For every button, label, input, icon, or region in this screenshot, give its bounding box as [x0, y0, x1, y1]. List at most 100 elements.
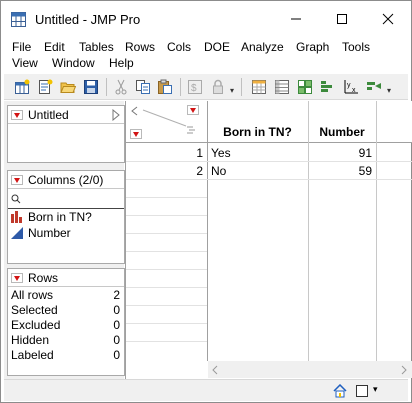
columns-red-triangle-icon[interactable]	[187, 105, 199, 115]
lock-button[interactable]	[208, 77, 228, 97]
table-name[interactable]: Untitled	[28, 108, 69, 122]
column-header-number[interactable]: Number	[308, 125, 376, 139]
column-divider	[376, 101, 377, 143]
menu-tables[interactable]: Tables	[79, 40, 114, 54]
scroll-left-icon[interactable]	[211, 365, 219, 375]
cell-born-in-tn[interactable]: Yes	[211, 146, 231, 160]
rows-panel-title: Rows	[28, 271, 59, 285]
save-button[interactable]	[81, 77, 101, 97]
red-triangle-icon[interactable]	[11, 273, 23, 283]
row-number[interactable]: 1	[126, 146, 203, 160]
table-list-icon	[275, 80, 289, 94]
data-grid: Born in TN? Number 1 Yes 91 2 No 59	[125, 101, 412, 379]
distribution-button[interactable]	[318, 77, 338, 97]
toolbar-overflow-icon[interactable]: ▾	[387, 86, 391, 95]
menu-rows[interactable]: Rows	[125, 40, 155, 54]
rows-stat-value: 0	[113, 333, 120, 347]
rows-panel: Rows All rows 2 Selected 0 Excluded 0 Hi…	[7, 268, 125, 376]
menu-cols[interactable]: Cols	[167, 40, 191, 54]
column-item[interactable]: Number	[8, 225, 124, 241]
cell-number[interactable]: 59	[308, 164, 372, 178]
toolbar-overflow-icon[interactable]: ▾	[230, 86, 234, 95]
cell-number[interactable]: 91	[308, 146, 372, 160]
menu-analyze[interactable]: Analyze	[241, 40, 284, 54]
run-script-button[interactable]: $	[185, 77, 205, 97]
menu-graph[interactable]: Graph	[296, 40, 329, 54]
row-divider	[126, 323, 207, 324]
window-title: Untitled - JMP Pro	[35, 12, 141, 27]
svg-text:y: y	[347, 82, 351, 89]
column-header-born-in-tn[interactable]: Born in TN?	[207, 125, 308, 139]
paste-icon	[158, 79, 172, 94]
rows-stat-label: Selected	[11, 303, 58, 317]
new-data-table-button[interactable]	[12, 77, 32, 97]
close-button[interactable]	[365, 1, 411, 37]
copy-icon	[136, 80, 150, 94]
window-list-dropdown-icon[interactable]: ▾	[373, 384, 378, 395]
nominal-column-icon	[11, 211, 22, 223]
status-bar: ▾	[4, 379, 408, 401]
maximize-button[interactable]	[319, 1, 365, 37]
row-divider	[126, 197, 207, 198]
scroll-right-icon[interactable]	[400, 365, 408, 375]
menu-file[interactable]: File	[12, 40, 31, 54]
menu-edit[interactable]: Edit	[44, 40, 65, 54]
rows-stat-label: Hidden	[11, 333, 50, 347]
grid-button[interactable]	[295, 77, 315, 97]
menu-doe[interactable]: DOE	[204, 40, 230, 54]
fit-y-by-x-button[interactable]: yx	[341, 77, 361, 97]
fit-y-by-x-icon: yx	[344, 80, 358, 94]
menu-bar: File Edit Tables Rows Cols DOE Analyze G…	[1, 37, 411, 73]
rows-stat: Excluded 0	[8, 317, 124, 332]
expand-panel-icon[interactable]	[111, 109, 121, 121]
rows-stat-value: 0	[113, 318, 120, 332]
table-panel-header: Untitled	[8, 106, 124, 124]
row-divider	[126, 233, 207, 234]
row-divider	[126, 341, 207, 342]
data-table-app-icon	[11, 12, 26, 27]
row-divider	[126, 161, 412, 162]
run-script-icon: $	[188, 80, 202, 94]
menu-window[interactable]: Window	[52, 56, 95, 70]
fit-model-button[interactable]	[364, 77, 384, 97]
fit-model-icon	[367, 82, 381, 90]
rows-stat: Labeled 0	[8, 347, 124, 362]
home-icon[interactable]	[333, 384, 347, 398]
row-number[interactable]: 2	[126, 164, 203, 178]
menu-tools[interactable]: Tools	[342, 40, 370, 54]
columns-panel-header: Columns (2/0)	[8, 171, 124, 189]
toolbar-separator	[180, 78, 181, 96]
rows-stat: Hidden 0	[8, 332, 124, 347]
column-item[interactable]: Born in TN?	[8, 209, 124, 225]
table-panel: Untitled	[7, 105, 125, 163]
menu-view[interactable]: View	[12, 56, 38, 70]
rows-stat-value: 0	[113, 348, 120, 362]
minimize-button[interactable]	[273, 1, 319, 37]
continuous-column-icon	[11, 227, 23, 239]
red-triangle-icon[interactable]	[11, 110, 23, 120]
copy-button[interactable]	[133, 77, 153, 97]
new-script-button[interactable]	[35, 77, 55, 97]
window-list-icon[interactable]	[355, 384, 369, 398]
cut-button[interactable]	[111, 77, 131, 97]
row-divider	[126, 251, 207, 252]
svg-text:x: x	[352, 87, 356, 94]
column-search-box[interactable]	[8, 189, 124, 209]
rows-stat-label: Labeled	[11, 348, 54, 362]
cell-born-in-tn[interactable]: No	[211, 164, 226, 178]
red-triangle-icon[interactable]	[11, 175, 23, 185]
rows-stat-label: All rows	[11, 288, 54, 302]
menu-help[interactable]: Help	[109, 56, 134, 70]
row-divider	[126, 287, 207, 288]
column-name: Born in TN?	[28, 210, 92, 224]
horizontal-scrollbar[interactable]	[208, 361, 412, 378]
row-divider	[126, 215, 207, 216]
data-table-button[interactable]	[249, 77, 269, 97]
rows-red-triangle-icon[interactable]	[130, 129, 142, 139]
table-list-button[interactable]	[272, 77, 292, 97]
toolbar: $ ▾ yx ▾	[4, 74, 408, 100]
rows-stat-value: 2	[113, 288, 120, 302]
paste-button[interactable]	[155, 77, 175, 97]
open-button[interactable]	[58, 77, 78, 97]
rows-panel-header: Rows	[8, 269, 124, 287]
